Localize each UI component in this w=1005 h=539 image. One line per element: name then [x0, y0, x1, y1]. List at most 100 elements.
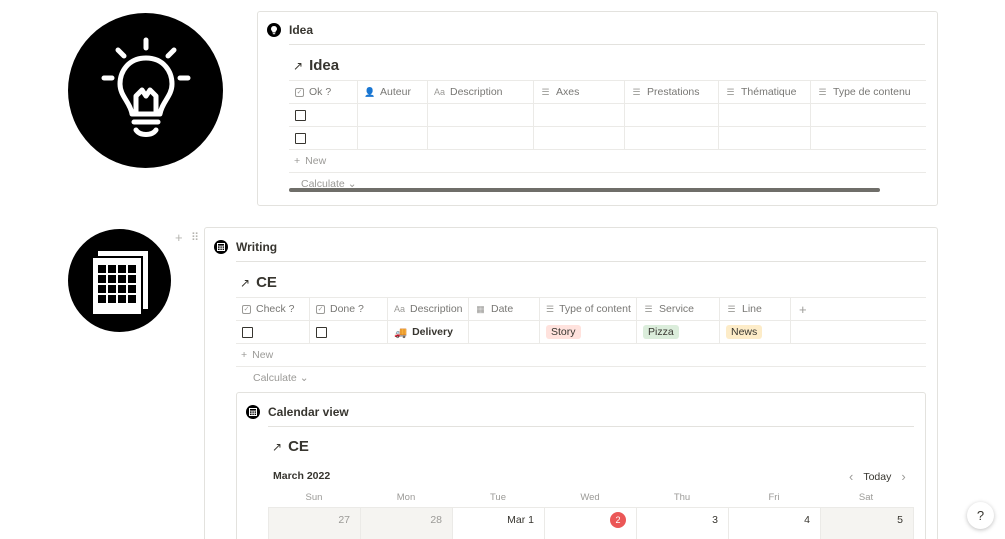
weekday-label: Tue: [489, 492, 507, 503]
column-header-done[interactable]: ✓ Done ?: [310, 298, 388, 320]
ce-db-title-text: CE: [256, 274, 277, 291]
calendar-day-cell[interactable]: Mar 1: [452, 507, 544, 539]
column-header-auteur[interactable]: 👤 Auteur: [358, 81, 428, 103]
calendar-nav: ‹ Today ›: [849, 469, 906, 484]
add-property-button[interactable]: +: [791, 298, 926, 320]
plus-icon: +: [241, 349, 248, 361]
calendar-day-cell[interactable]: 4: [728, 507, 820, 539]
column-header-line[interactable]: ☰ Line: [720, 298, 791, 320]
weekday-label: Sun: [305, 492, 323, 503]
text-icon: Aa: [434, 87, 446, 97]
check-checkbox[interactable]: [242, 326, 253, 338]
idea-db-title-text: Idea: [309, 57, 340, 74]
checkbox-icon: ✓: [316, 304, 325, 314]
idea-block-header: Idea: [267, 23, 313, 37]
date-cell[interactable]: [469, 321, 540, 343]
chevron-left-icon[interactable]: ‹: [849, 469, 853, 484]
weekday-label: Sat: [858, 492, 874, 503]
list-icon: ☰: [632, 86, 641, 97]
list-icon: ☰: [727, 303, 736, 314]
today-button[interactable]: Today: [863, 471, 891, 483]
checkbox-icon: ✓: [242, 304, 251, 314]
news-tag: News: [726, 325, 763, 339]
table-row: 🚚 Delivery Story Pizza News: [236, 321, 926, 344]
column-header-date[interactable]: ▦ Date: [469, 298, 540, 320]
calendar-day-cell-today[interactable]: 2: [544, 507, 636, 539]
divider: [236, 366, 926, 367]
divider: [236, 261, 926, 262]
weekday-label: Thu: [673, 492, 691, 503]
list-icon: ☰: [541, 86, 550, 97]
column-header-type-de-contenu[interactable]: ☰ Type de contenu: [811, 81, 926, 103]
weekday-label: Wed: [580, 492, 600, 503]
writing-block-header: Writing: [214, 240, 277, 254]
calendar-month-label: March 2022: [273, 470, 331, 482]
calendar-icon: [214, 240, 228, 254]
today-badge: 2: [610, 512, 626, 528]
column-header-type-of-content[interactable]: ☰ Type of content: [540, 298, 637, 320]
ce-new-row-button[interactable]: + New: [241, 349, 273, 361]
calendar-day-cell[interactable]: 28: [360, 507, 452, 539]
help-button[interactable]: ?: [967, 502, 994, 529]
person-icon: 👤: [364, 86, 376, 97]
column-header-axes[interactable]: ☰ Axes: [534, 81, 625, 103]
calendar-db-title[interactable]: ↗ CE: [272, 438, 309, 455]
column-header-description[interactable]: Aa Description: [388, 298, 469, 320]
calendar-day-cell[interactable]: 27: [268, 507, 360, 539]
calendar-icon[interactable]: [68, 229, 171, 332]
service-cell[interactable]: Pizza: [637, 321, 720, 343]
list-icon: ☰: [726, 86, 735, 97]
calendar-db-title-text: CE: [288, 438, 309, 455]
done-checkbox[interactable]: [316, 326, 327, 338]
ce-calculate-button[interactable]: Calculate ⌄: [253, 372, 309, 384]
checkbox[interactable]: [295, 132, 306, 144]
column-header-check[interactable]: ✓ Check ?: [236, 298, 310, 320]
table-row: [289, 104, 926, 127]
horizontal-scrollbar[interactable]: [289, 188, 880, 192]
idea-heading: Idea: [289, 23, 314, 37]
column-header-description[interactable]: Aa Description: [428, 81, 534, 103]
column-header-prestations[interactable]: ☰ Prestations: [625, 81, 719, 103]
table-row: [289, 127, 926, 150]
calendar-block-header: Calendar view: [246, 405, 349, 419]
link-arrow-icon: ↗: [240, 275, 251, 290]
ce-db-title[interactable]: ↗ CE: [240, 274, 277, 291]
plus-icon: +: [294, 155, 301, 167]
list-icon: ☰: [818, 86, 827, 97]
line-cell[interactable]: News: [720, 321, 791, 343]
pizza-tag: Pizza: [643, 325, 679, 339]
lightbulb-icon[interactable]: [68, 13, 223, 168]
weekday-label: Fri: [768, 492, 780, 503]
drag-handle-icon[interactable]: ⠿: [191, 231, 199, 244]
list-icon: ☰: [644, 303, 653, 314]
calendar-date-icon: ▦: [476, 303, 485, 314]
lightbulb-icon: [267, 23, 281, 37]
divider: [289, 172, 926, 173]
plus-icon: +: [799, 301, 807, 317]
writing-heading: Writing: [236, 240, 278, 254]
checkbox[interactable]: [295, 109, 306, 121]
story-tag: Story: [546, 325, 581, 339]
type-of-content-cell[interactable]: Story: [540, 321, 637, 343]
table-header: ✓ Check ? ✓ Done ? Aa Description ▦ Date ☰ Ty…: [236, 298, 926, 321]
table-header: ✓ Ok ? 👤 Auteur Aa Description ☰ Axes ☰ Prest…: [289, 81, 926, 104]
link-arrow-icon: ↗: [272, 439, 283, 454]
truck-icon: 🚚: [394, 326, 408, 339]
idea-table: ✓ Ok ? 👤 Auteur Aa Description ☰ Axes ☰ Prest…: [289, 80, 926, 150]
column-header-thematique[interactable]: ☰ Thématique: [719, 81, 811, 103]
calendar-icon: [246, 405, 260, 419]
description-cell[interactable]: 🚚 Delivery: [388, 321, 469, 343]
add-block-icon[interactable]: +: [175, 230, 183, 245]
divider: [268, 426, 914, 427]
weekday-label: Mon: [396, 492, 416, 503]
idea-db-title[interactable]: ↗ Idea: [293, 57, 339, 74]
calendar-day-cell[interactable]: 5: [820, 507, 914, 539]
column-header-service[interactable]: ☰ Service: [637, 298, 720, 320]
calendar-view-heading: Calendar view: [268, 405, 349, 419]
calendar-day-cell[interactable]: 3: [636, 507, 728, 539]
idea-new-row-button[interactable]: + New: [294, 155, 326, 167]
list-icon: ☰: [546, 303, 555, 314]
column-header-ok[interactable]: ✓ Ok ?: [289, 81, 358, 103]
ce-table: ✓ Check ? ✓ Done ? Aa Description ▦ Date ☰ Ty…: [236, 297, 926, 344]
chevron-right-icon[interactable]: ›: [901, 469, 905, 484]
